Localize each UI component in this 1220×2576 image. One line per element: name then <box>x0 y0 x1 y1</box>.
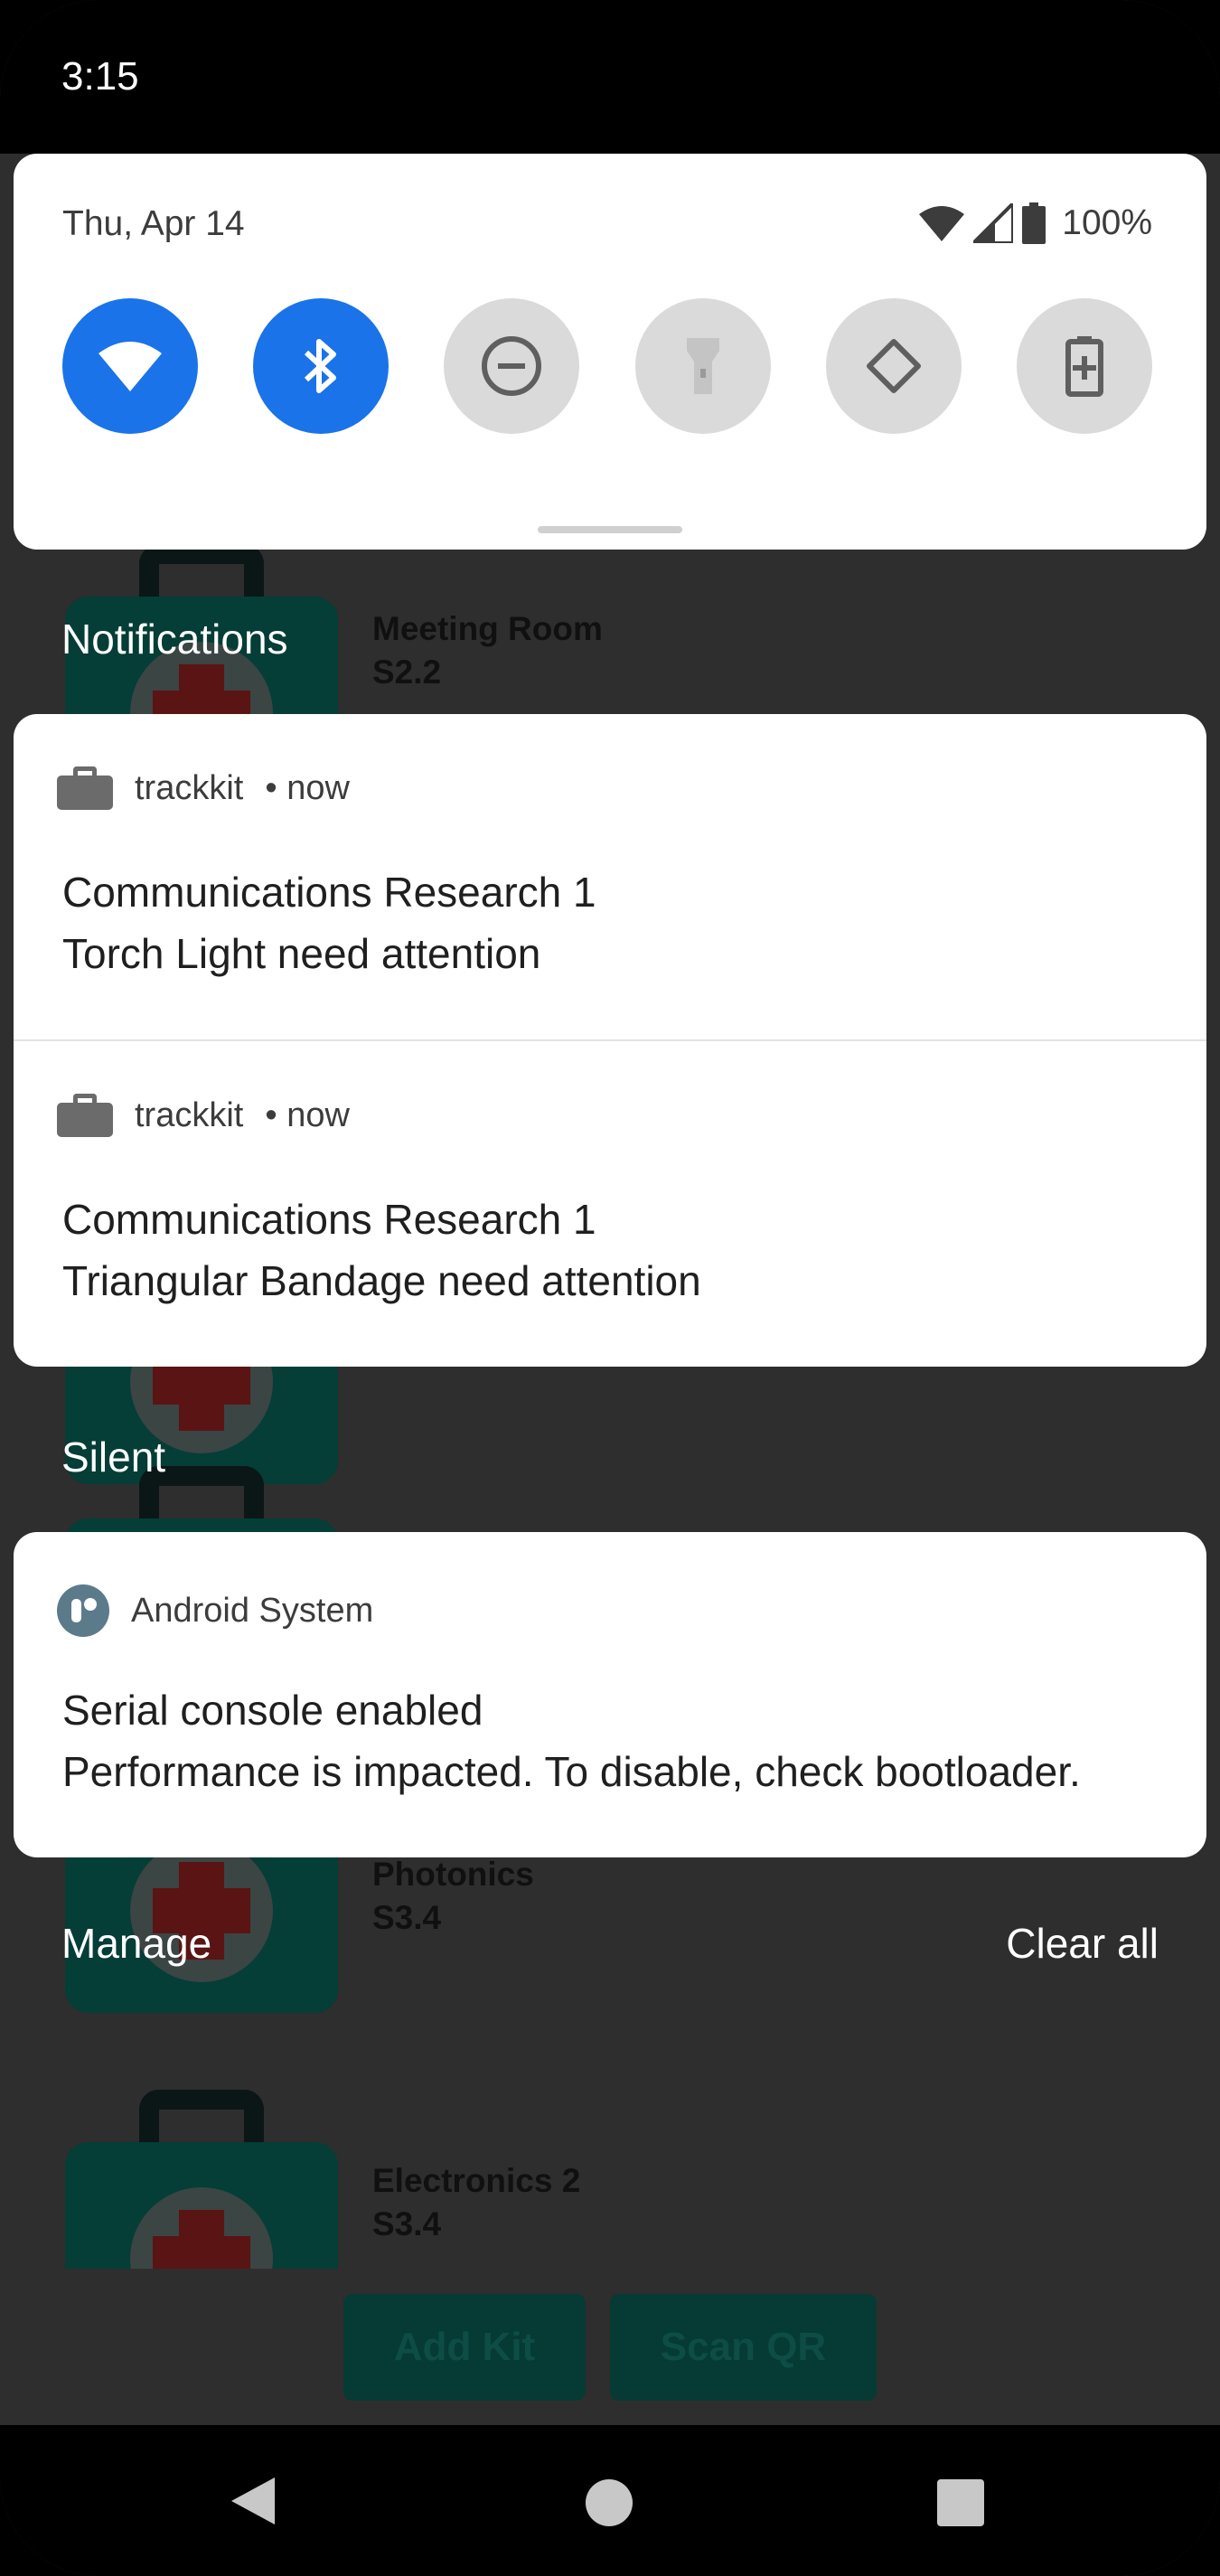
add-kit-button: Add Kit <box>343 2294 586 2401</box>
notification-group-silent: Android System Serial console enabled Pe… <box>14 1532 1206 1857</box>
briefcase-icon <box>57 766 113 810</box>
qs-status-icons: 100% <box>919 201 1152 246</box>
notification-app-name: Android System <box>131 1591 374 1630</box>
home-icon[interactable] <box>586 2479 633 2526</box>
notification-time: • now <box>265 1095 350 1134</box>
clear-all-button[interactable]: Clear all <box>1006 1919 1159 1968</box>
auto-rotate-tile[interactable] <box>826 298 962 434</box>
notification-item[interactable]: trackkit • now Communications Research 1… <box>14 1039 1206 1367</box>
notification-time: • now <box>265 768 350 807</box>
recents-icon[interactable] <box>937 2479 984 2526</box>
kit-location: S2.2 <box>372 653 442 691</box>
notification-title: Communications Research 1 <box>62 869 596 916</box>
silent-header: Silent <box>61 1434 166 1481</box>
do-not-disturb-tile[interactable] <box>444 298 579 434</box>
wifi-signal-icon <box>919 206 965 241</box>
battery-icon <box>1022 202 1046 244</box>
status-time: 3:15 <box>61 54 139 99</box>
background-status-bar <box>0 0 1220 154</box>
battery-percent: 100% <box>1062 203 1152 242</box>
first-aid-kit-icon <box>65 2088 338 2269</box>
kit-location: S3.4 <box>372 1899 442 1936</box>
bluetooth-icon <box>304 339 336 393</box>
quick-settings-panel: Thu, Apr 14 100% <box>14 154 1206 550</box>
notification-header: Android System <box>57 1584 373 1637</box>
cell-signal-icon <box>973 203 1014 243</box>
briefcase-icon <box>57 1094 113 1137</box>
notification-item[interactable]: trackkit • now Communications Research 1… <box>14 714 1206 1039</box>
wifi-tile[interactable] <box>62 298 198 434</box>
kit-name: Electronics 2 <box>372 2162 581 2199</box>
notification-item[interactable]: Android System Serial console enabled Pe… <box>14 1532 1206 1857</box>
wifi-icon <box>99 342 162 391</box>
back-icon[interactable] <box>231 2477 275 2524</box>
android-system-icon <box>57 1584 109 1637</box>
qs-drag-handle[interactable] <box>538 526 682 533</box>
notification-title: Serial console enabled <box>62 1687 483 1734</box>
notification-header: trackkit • now <box>57 766 350 810</box>
qs-date: Thu, Apr 14 <box>62 204 245 243</box>
kit-location: S3.4 <box>372 2205 442 2242</box>
flashlight-tile[interactable] <box>635 298 771 434</box>
notification-text: Triangular Bandage need attention <box>62 1257 701 1304</box>
manage-button[interactable]: Manage <box>61 1919 211 1968</box>
do-not-disturb-icon <box>482 336 541 396</box>
kit-item: Electronics 2 S3.4 <box>0 2088 1220 2269</box>
phone-screen: Meeting Room S2.2 Photonics S3.4 Electro… <box>0 0 1220 2576</box>
auto-rotate-icon <box>867 339 921 393</box>
bluetooth-tile[interactable] <box>253 298 389 434</box>
navigation-bar <box>0 2425 1220 2576</box>
notification-app-name: trackkit <box>135 768 244 807</box>
notification-app-name: trackkit <box>135 1095 244 1134</box>
notification-title: Communications Research 1 <box>62 1196 596 1243</box>
notification-header: trackkit • now <box>57 1094 350 1137</box>
flashlight-icon <box>687 338 719 394</box>
notification-group: trackkit • now Communications Research 1… <box>14 714 1206 1367</box>
notifications-header: Notifications <box>61 616 288 663</box>
battery-saver-tile[interactable] <box>1017 298 1152 434</box>
notification-text: Performance is impacted. To disable, che… <box>62 1748 1081 1795</box>
battery-saver-icon <box>1065 336 1103 397</box>
notification-text: Torch Light need attention <box>62 930 541 977</box>
kit-name: Photonics <box>372 1856 534 1893</box>
scan-qr-button: Scan QR <box>610 2294 877 2401</box>
kit-name: Meeting Room <box>372 610 603 647</box>
